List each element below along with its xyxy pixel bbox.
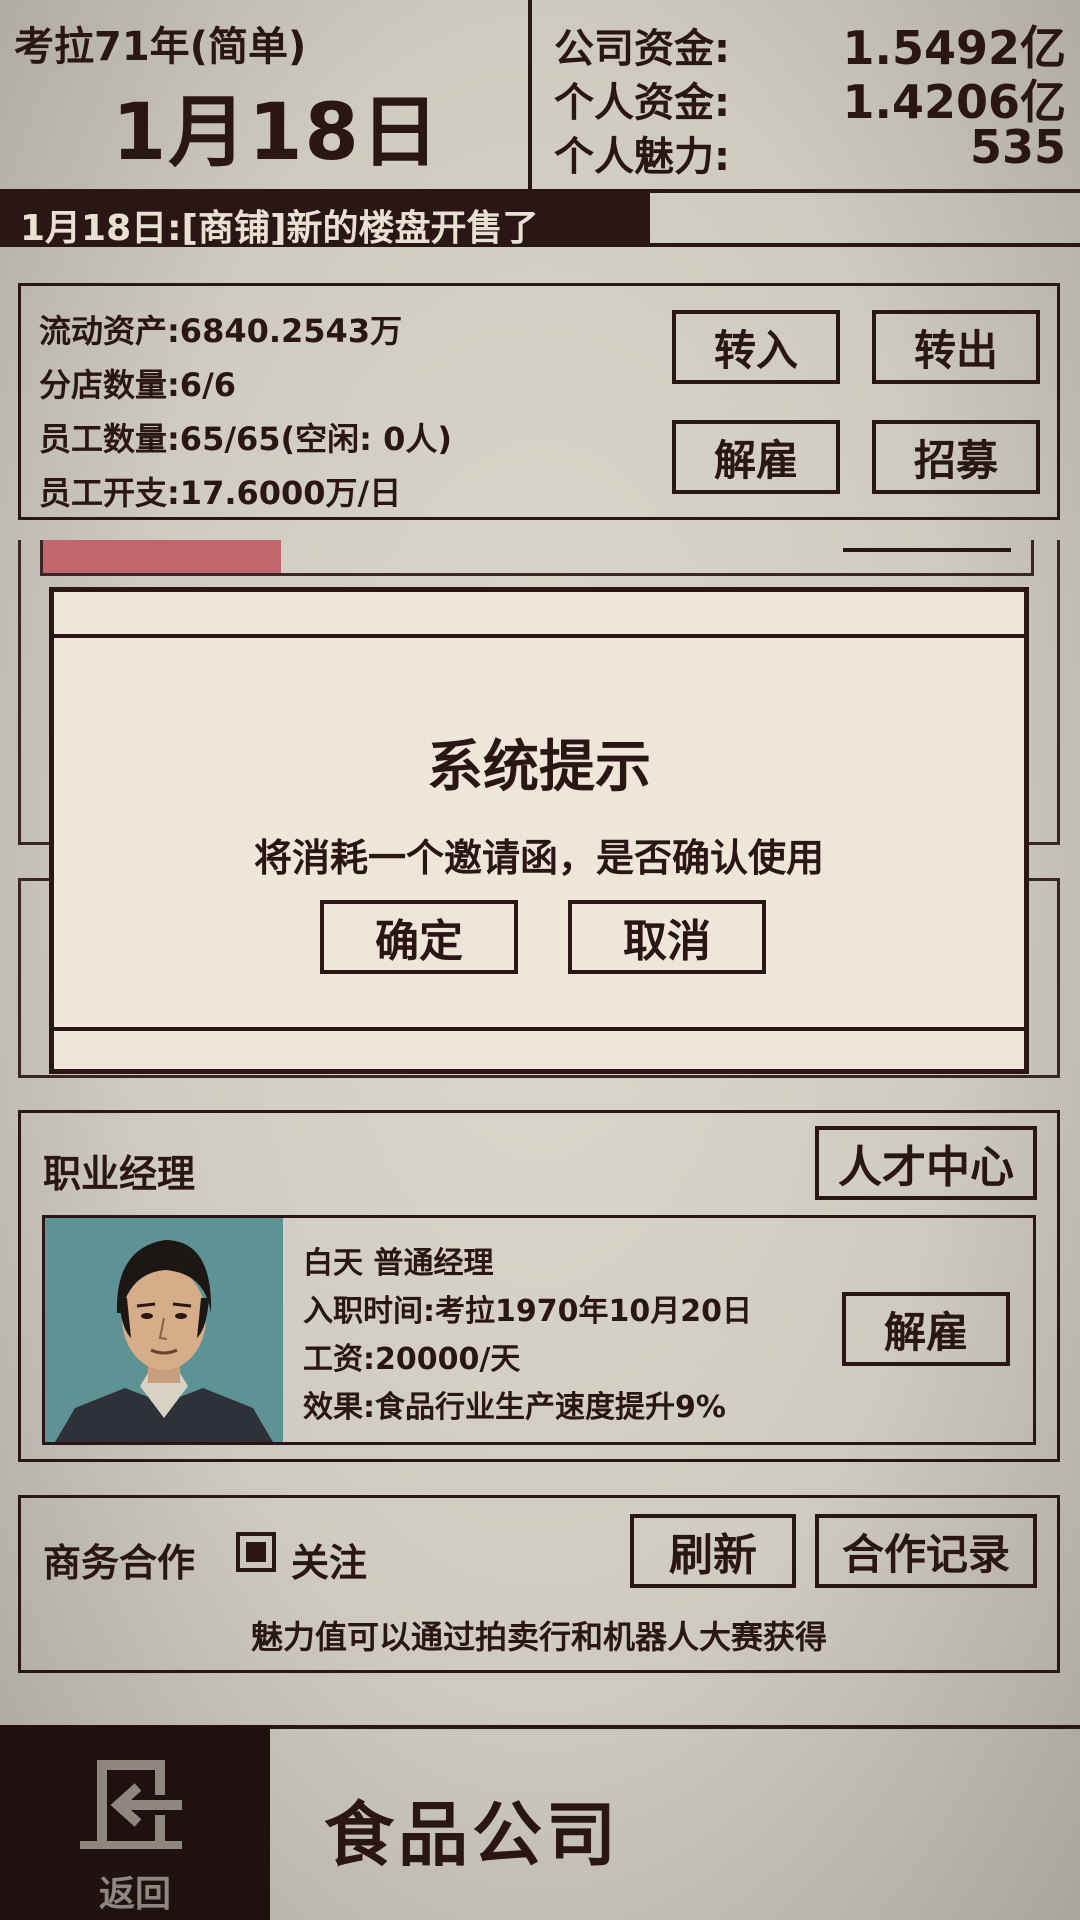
personal-funds-label: 个人资金:	[554, 80, 730, 126]
charm-value: 535	[969, 120, 1066, 174]
date-panel: 考拉71年(简单) 1月18日	[0, 0, 532, 193]
cooperation-records-button[interactable]: 合作记录	[815, 1514, 1037, 1588]
manager-salary: 工资:20000/天	[303, 1342, 521, 1377]
year-mode-label: 考拉71年(简单)	[14, 24, 307, 70]
recruit-button[interactable]: 招募	[872, 420, 1040, 494]
transfer-in-button[interactable]: 转入	[672, 310, 840, 384]
manager-name: 白天 普通经理	[303, 1246, 494, 1281]
back-label: 返回	[98, 1874, 171, 1915]
dialog-bottom-divider	[54, 1027, 1024, 1031]
company-funds-label: 公司资金:	[554, 26, 730, 72]
company-name: 食品公司	[324, 1794, 620, 1876]
follow-label: 关注	[291, 1541, 368, 1585]
charm-tip: 魅力值可以通过拍卖行和机器人大赛获得	[250, 1618, 827, 1656]
system-dialog: 系统提示 将消耗一个邀请函，是否确认使用 确定 取消	[49, 587, 1029, 1074]
game-screen: 考拉71年(简单) 1月18日 公司资金: 1.5492亿 个人资金: 1.42…	[0, 0, 1080, 1920]
manager-section-title: 职业经理	[43, 1152, 196, 1196]
dialog-title: 系统提示	[427, 735, 651, 800]
company-name-bar: 食品公司	[270, 1725, 1080, 1920]
cancel-button[interactable]: 取消	[568, 900, 766, 974]
research-item-row	[40, 540, 1034, 576]
dialog-message: 将消耗一个邀请函，是否确认使用	[253, 836, 824, 880]
refresh-button[interactable]: 刷新	[630, 1514, 796, 1588]
news-text: 1月18日:[商铺]新的楼盘开售了	[20, 208, 539, 249]
confirm-button[interactable]: 确定	[320, 900, 518, 974]
charm-label: 个人魅力:	[554, 134, 730, 180]
back-door-icon	[80, 1760, 182, 1849]
manager-avatar-icon	[45, 1218, 283, 1442]
branch-count: 分店数量:6/6	[39, 366, 237, 404]
manager-hire-date: 入职时间:考拉1970年10月20日	[303, 1294, 752, 1329]
fire-employee-button[interactable]: 解雇	[672, 420, 840, 494]
funds-panel: 公司资金: 1.5492亿 个人资金: 1.4206亿 个人魅力: 535	[532, 0, 1080, 193]
manager-effect: 效果:食品行业生产速度提升9%	[303, 1390, 726, 1425]
checkbox-check-icon	[246, 1542, 266, 1562]
research-button-edge	[843, 548, 1011, 552]
current-date: 1月18日	[112, 88, 441, 178]
manager-portrait	[45, 1218, 283, 1442]
talent-center-button[interactable]: 人才中心	[815, 1126, 1037, 1200]
dialog-top-divider	[54, 634, 1024, 638]
employee-cost: 员工开支:17.6000万/日	[39, 474, 402, 512]
back-button[interactable]: 返回	[0, 1725, 270, 1920]
employee-count: 员工数量:65/65(空闲: 0人)	[39, 420, 453, 458]
news-ticker[interactable]: 1月18日:[商铺]新的楼盘开售了	[0, 193, 650, 249]
cooperation-title: 商务合作	[43, 1541, 196, 1585]
news-bar-filler	[650, 193, 1080, 247]
fire-manager-button[interactable]: 解雇	[842, 1292, 1010, 1366]
transfer-out-button[interactable]: 转出	[872, 310, 1040, 384]
follow-checkbox[interactable]	[236, 1532, 276, 1572]
liquid-assets: 流动资产:6840.2543万	[39, 312, 403, 350]
